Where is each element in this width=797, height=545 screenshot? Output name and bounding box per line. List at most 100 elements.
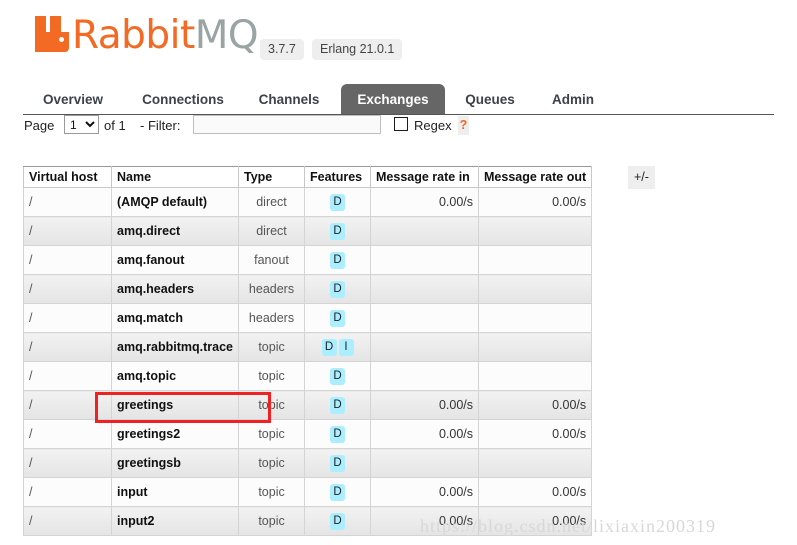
column-header-virtual-host[interactable]: Virtual host <box>23 166 112 188</box>
erlang-version-badge: Erlang 21.0.1 <box>312 39 403 60</box>
cell-message-rate-in: 0.00/s <box>370 187 480 217</box>
feature-badge-d: D <box>330 454 346 472</box>
column-header-message-rate-out[interactable]: Message rate out <box>478 166 593 188</box>
cell-exchange-name[interactable]: greetingsb <box>110 448 240 478</box>
logo-text-mq: MQ <box>194 13 259 58</box>
feature-badge-d: D <box>330 309 346 327</box>
cell-exchange-name[interactable]: amq.fanout <box>110 245 240 275</box>
cell-exchange-name[interactable]: greetings <box>110 390 240 420</box>
table-head: Virtual host Name Type Features Message … <box>23 166 593 188</box>
cell-type: topic <box>238 506 306 536</box>
cell-type: topic <box>238 419 306 449</box>
cell-message-rate-out <box>478 216 593 246</box>
cell-message-rate-in <box>370 274 480 304</box>
page-header: Rabbit MQ ™ 3.7.7 Erlang 21.0.1 <box>0 0 797 80</box>
table-row[interactable]: / amq.rabbitmq.trace topic D I <box>23 332 593 362</box>
cell-features: D <box>304 448 372 478</box>
cell-message-rate-in: 0.00/s <box>370 506 480 536</box>
cell-message-rate-out: 0.00/s <box>478 506 593 536</box>
logo-text-rabbit: Rabbit <box>72 13 195 58</box>
cell-exchange-name[interactable]: input <box>110 477 240 507</box>
cell-features: D <box>304 419 372 449</box>
cell-type: topic <box>238 361 306 391</box>
tab-queues[interactable]: Queues <box>450 84 530 115</box>
table-row[interactable]: / (AMQP default) direct D 0.00/s 0.00/s <box>23 187 593 217</box>
cell-message-rate-in <box>370 448 480 478</box>
table-row[interactable]: / amq.direct direct D <box>23 216 593 246</box>
table-row[interactable]: / amq.match headers D <box>23 303 593 333</box>
cell-virtual-host: / <box>23 274 112 304</box>
cell-message-rate-out: 0.00/s <box>478 390 593 420</box>
rabbit-head-icon <box>35 16 69 52</box>
column-header-type[interactable]: Type <box>238 166 306 188</box>
cell-features: D <box>304 477 372 507</box>
cell-exchange-name[interactable]: amq.rabbitmq.trace <box>110 332 240 362</box>
cell-message-rate-in <box>370 245 480 275</box>
cell-message-rate-in <box>370 332 480 362</box>
cell-type: topic <box>238 477 306 507</box>
cell-message-rate-out <box>478 361 593 391</box>
cell-exchange-name[interactable]: amq.direct <box>110 216 240 246</box>
cell-exchange-name[interactable]: amq.headers <box>110 274 240 304</box>
table-row[interactable]: / input topic D 0.00/s 0.00/s <box>23 477 593 507</box>
cell-features: D <box>304 506 372 536</box>
feature-badge-d: D <box>330 251 346 269</box>
cell-virtual-host: / <box>23 390 112 420</box>
page-select[interactable]: 1 <box>64 115 99 134</box>
cell-virtual-host: / <box>23 477 112 507</box>
column-header-message-rate-in[interactable]: Message rate in <box>370 166 480 188</box>
cell-virtual-host: / <box>23 361 112 391</box>
filter-label: - Filter: <box>140 118 181 133</box>
toggle-columns-button[interactable]: +/- <box>628 166 655 189</box>
cell-exchange-name[interactable]: amq.topic <box>110 361 240 391</box>
feature-badge-d: D <box>330 280 346 298</box>
table-row[interactable]: / greetingsb topic D <box>23 448 593 478</box>
filter-input[interactable] <box>193 115 381 134</box>
cell-features: D <box>304 303 372 333</box>
cell-type: headers <box>238 303 306 333</box>
cell-exchange-name[interactable]: (AMQP default) <box>110 187 240 217</box>
cell-virtual-host: / <box>23 245 112 275</box>
cell-virtual-host: / <box>23 303 112 333</box>
help-question-icon[interactable]: ? <box>458 116 469 135</box>
table-row[interactable]: / input2 topic D 0.00/s 0.00/s <box>23 506 593 536</box>
cell-exchange-name[interactable]: greetings2 <box>110 419 240 449</box>
cell-virtual-host: / <box>23 216 112 246</box>
tab-admin[interactable]: Admin <box>538 84 608 115</box>
cell-message-rate-out <box>478 245 593 275</box>
table-header-row: Virtual host Name Type Features Message … <box>23 166 593 188</box>
table-row[interactable]: / amq.topic topic D <box>23 361 593 391</box>
cell-exchange-name[interactable]: input2 <box>110 506 240 536</box>
table-body: / (AMQP default) direct D 0.00/s 0.00/s / amq.d… <box>23 187 593 536</box>
column-header-features[interactable]: Features <box>304 166 372 188</box>
cell-message-rate-out <box>478 332 593 362</box>
column-header-name[interactable]: Name <box>110 166 240 188</box>
cell-features: D <box>304 216 372 246</box>
feature-badge-i: I <box>338 338 354 356</box>
table-row[interactable]: / greetings2 topic D 0.00/s 0.00/s <box>23 419 593 449</box>
main-navigation: Overview Connections Channels Exchanges Queu… <box>0 84 797 115</box>
tab-connections[interactable]: Connections <box>125 84 241 115</box>
feature-badge-d: D <box>330 193 346 211</box>
cell-virtual-host: / <box>23 419 112 449</box>
table-row[interactable]: / amq.headers headers D <box>23 274 593 304</box>
cell-type: topic <box>238 448 306 478</box>
regex-checkbox[interactable] <box>394 117 408 131</box>
tab-exchanges[interactable]: Exchanges <box>341 84 445 115</box>
table-row[interactable]: / amq.fanout fanout D <box>23 245 593 275</box>
page-count-label: of 1 <box>104 118 126 133</box>
page-label: Page <box>24 118 55 133</box>
tab-channels[interactable]: Channels <box>243 84 335 115</box>
rabbit-head-body <box>35 32 69 52</box>
cell-features: D <box>304 274 372 304</box>
cell-virtual-host: / <box>23 448 112 478</box>
cell-features: D <box>304 245 372 275</box>
tab-overview[interactable]: Overview <box>28 84 118 115</box>
table-row[interactable]: / greetings topic D 0.00/s 0.00/s <box>23 390 593 420</box>
cell-type: fanout <box>238 245 306 275</box>
cell-type: topic <box>238 332 306 362</box>
feature-badge-d: D <box>321 338 337 356</box>
cell-exchange-name[interactable]: amq.match <box>110 303 240 333</box>
rabbitmq-logo[interactable]: Rabbit MQ ™ <box>35 16 269 55</box>
regex-label: Regex <box>414 118 452 133</box>
